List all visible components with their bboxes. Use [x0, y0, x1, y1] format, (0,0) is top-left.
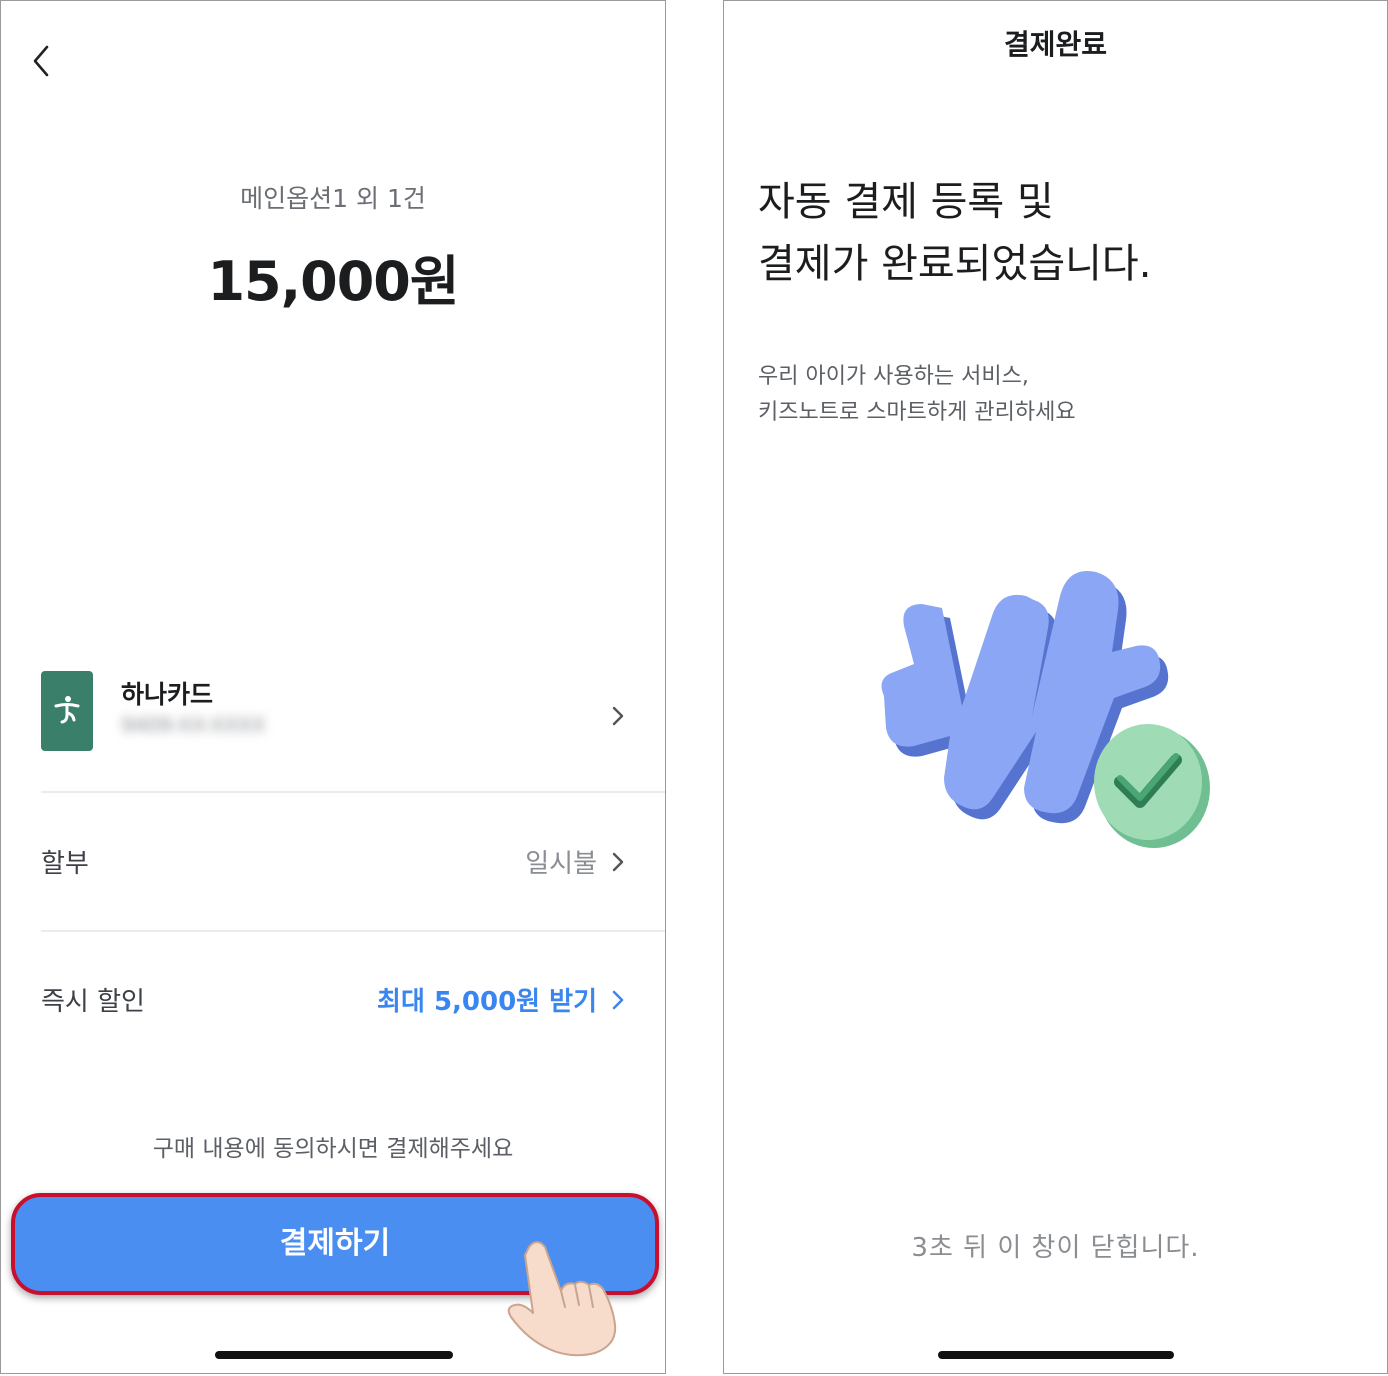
payment-screen: 메인옵션1 외 1건 15,000원 하나카드 9409-XX-XXXX 할부 … — [0, 0, 666, 1374]
divider — [41, 930, 665, 932]
headline-line-2: 결제가 완료되었습니다. — [758, 241, 1152, 287]
discount-label: 즉시 할인 — [41, 987, 145, 1017]
header-title: 결제완료 — [1003, 28, 1108, 61]
completion-subtext: 우리 아이가 사용하는 서비스, 키즈노트로 스마트하게 관리하세요 — [758, 359, 1076, 431]
completion-headline: 자동 결제 등록 및 결제가 완료되었습니다. — [758, 171, 1151, 295]
chevron-right-icon — [612, 990, 624, 1010]
card-name: 하나카드 — [121, 680, 214, 709]
discount-value: 최대 5,000원 받기 — [377, 987, 597, 1017]
order-amount: 15,000원 — [207, 250, 459, 313]
installment-row[interactable]: 할부 일시불 — [41, 831, 631, 891]
subtext-line-2: 키즈노트로 스마트하게 관리하세요 — [758, 400, 1076, 425]
divider — [41, 791, 665, 793]
chevron-right-icon — [612, 852, 624, 872]
card-number: 9409-XX-XXXX — [121, 713, 266, 737]
back-chevron-icon[interactable] — [27, 41, 57, 81]
home-indicator — [215, 1351, 453, 1359]
tap-hand-icon — [507, 1241, 617, 1357]
hana-card-logo-icon — [41, 671, 93, 751]
headline-line-1: 자동 결제 등록 및 — [758, 179, 1054, 225]
w-logo-icon — [881, 571, 1210, 848]
order-title: 메인옵션1 외 1건 — [240, 184, 426, 213]
home-indicator — [938, 1351, 1174, 1359]
chevron-right-icon — [612, 706, 624, 726]
instant-discount-row[interactable]: 즉시 할인 최대 5,000원 받기 — [41, 969, 631, 1029]
payment-complete-screen: 결제완료 자동 결제 등록 및 결제가 완료되었습니다. 우리 아이가 사용하는… — [723, 0, 1388, 1374]
agree-notice: 구매 내용에 동의하시면 결제해주세요 — [152, 1136, 514, 1162]
subtext-line-1: 우리 아이가 사용하는 서비스, — [758, 364, 1029, 389]
payment-card-selector[interactable]: 하나카드 9409-XX-XXXX — [41, 667, 631, 755]
installment-value: 일시불 — [525, 849, 597, 879]
installment-label: 할부 — [41, 849, 89, 879]
auto-close-notice: 3초 뒤 이 창이 닫힙니다. — [911, 1233, 1200, 1263]
